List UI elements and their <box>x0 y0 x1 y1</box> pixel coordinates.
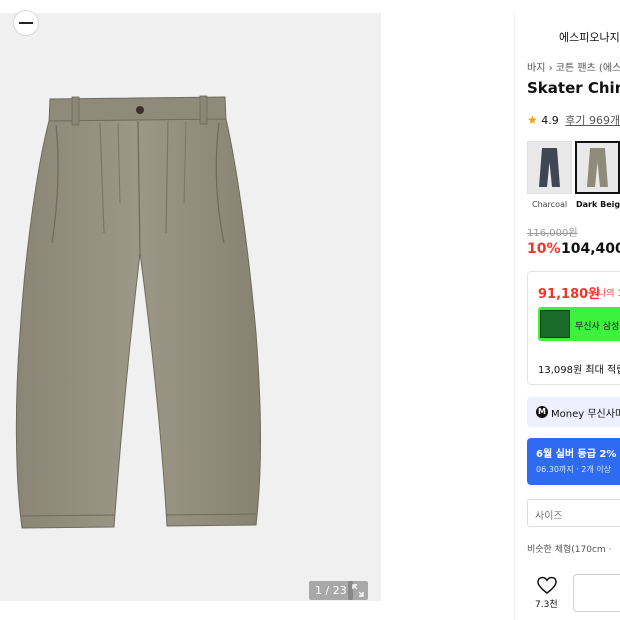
product-image-gallery[interactable]: 1 / 23 <box>0 13 381 601</box>
max-points: 13,098원 최대 적립 <box>538 365 620 376</box>
brand-logo[interactable] <box>13 10 39 36</box>
card-promo-text: 무신사 삼성 <box>575 322 620 332</box>
money-m-icon: M <box>536 406 548 418</box>
sale-price: 104,400 <box>561 241 620 257</box>
review-link[interactable]: 후기 969개 <box>565 114 620 127</box>
promo-subtitle: 06.30까지 · 2개 이상 <box>536 465 611 474</box>
benefit-price: 91,180원 <box>538 287 601 302</box>
promo-title: 6월 실버 등급 2% 경 <box>536 449 620 460</box>
discount-rate: 10% <box>527 241 561 257</box>
similar-body-text[interactable]: 비슷한 체형(170cm · <box>527 542 611 555</box>
swatch-label-charcoal: Charcoal <box>532 200 568 209</box>
color-swatch-charcoal[interactable] <box>527 141 572 194</box>
product-image <box>15 95 261 529</box>
size-placeholder: 사이즈 <box>535 511 563 522</box>
like-button[interactable] <box>534 576 560 616</box>
color-swatch-dark-beige[interactable] <box>575 141 620 194</box>
breadcrumb[interactable]: 바지 › 코튼 팬츠 (에스 <box>527 59 620 74</box>
beige-pants-thumb <box>587 148 608 187</box>
purchase-button[interactable] <box>573 574 620 612</box>
brand-name[interactable]: 에스피오나지 <box>559 29 620 45</box>
original-price: 116,000원 <box>527 228 578 239</box>
star-icon: ★ <box>527 113 538 127</box>
expand-icon[interactable] <box>348 581 368 600</box>
card-image <box>540 310 570 338</box>
rating-row: ★ 4.9 후기 969개 <box>527 112 620 128</box>
benefit-note[interactable]: 나의 1 <box>598 286 620 299</box>
money-text: Money 무신사미 <box>551 409 620 420</box>
charcoal-pants-thumb <box>539 148 560 187</box>
product-title: Skater Chino I <box>527 79 620 97</box>
rating-value: 4.9 <box>541 114 559 127</box>
like-count: 7.3천 <box>535 600 558 610</box>
image-counter: 1 / 23 <box>309 581 353 600</box>
heart-icon <box>537 576 557 594</box>
swatch-label-dark-beige: Dark Beige <box>576 200 620 209</box>
